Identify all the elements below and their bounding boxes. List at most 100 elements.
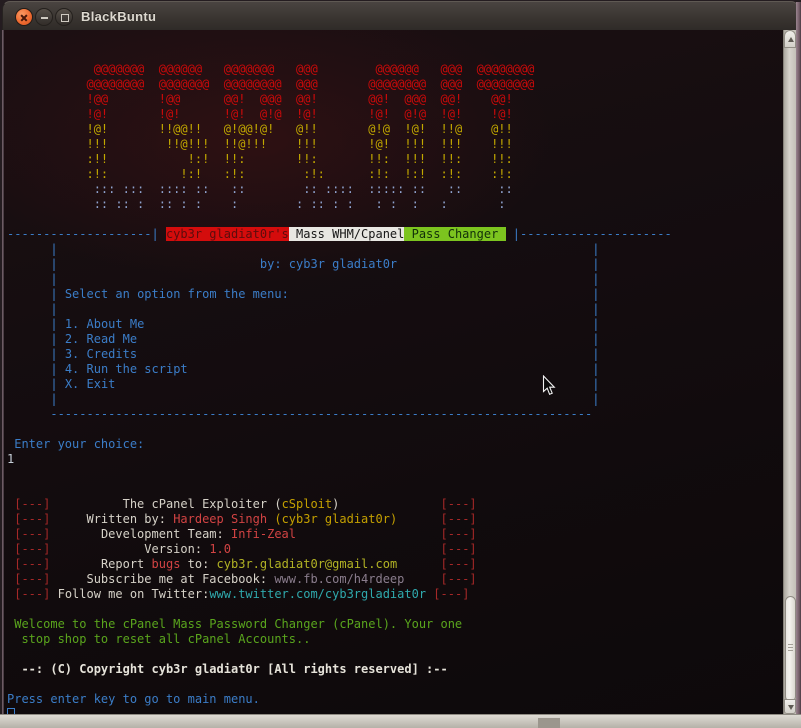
ascii-art-line: ::: ::: :::: :: :: :: :::: ::::: :: :: :… [86,182,535,196]
terminal-line: !@@ !@@ @@! @@@ @@! @@! @@@ @@! @@! [7,92,672,107]
text-segment: [---] [14,572,51,586]
text-segment: [---] [440,497,477,511]
terminal-output: @@@@@@@ @@@@@@ @@@@@@@ @@@ @@@@@@ @@@ @@… [7,32,672,714]
terminal-line: | | [7,242,672,257]
terminal-line: [---] Development Team: Infi-Zeal [---] [7,527,672,542]
text-segment: [---] [14,512,51,526]
maximize-button[interactable] [55,8,73,26]
terminal-line: stop shop to reset all cPanel Accounts.. [7,632,672,647]
scroll-up-button[interactable] [784,30,796,48]
mouse-cursor-icon [542,374,556,400]
text-segment: | [50,242,58,256]
text-segment: |--------------------- [512,227,672,241]
author-name: Hardeep Singh [173,512,268,526]
text-segment: | [592,257,600,271]
text-segment: [---] [14,542,51,556]
text-segment: | [592,317,600,331]
close-button[interactable] [15,8,33,26]
ascii-art-line: :: :: : :: : : : : :: : : : : : : : [86,197,535,211]
terminal-line: | | [7,302,672,317]
twitter-link[interactable]: www.twitter.com/cyb3rgladiat0r [209,587,426,601]
terminal-line: [---] Subscribe me at Facebook: www.fb.c… [7,572,672,587]
terminal[interactable]: @@@@@@@ @@@@@@ @@@@@@@ @@@ @@@@@@ @@@ @@… [4,30,783,714]
text-segment: | [50,317,58,331]
terminal-line: [---] The cPanel Exploiter (cSploit) [--… [7,497,672,512]
scrollbar[interactable] [783,30,796,714]
text-segment: bugs [151,557,181,571]
bottom-edge [0,714,801,728]
text-segment: Follow me on Twitter: [57,587,210,601]
copyright-text: --: (C) Copyright cyb3r gladiat0r [All r… [21,662,448,676]
text-segment: [---] [440,512,477,526]
scrollbar-thumb[interactable] [784,596,796,702]
text-segment: [---] [14,557,51,571]
text-segment: | [592,242,600,256]
menu-item-exit: X. Exit [64,377,116,391]
menu-item-about: 1. About Me [64,317,145,331]
text-segment: | [592,302,600,316]
text-segment: | [592,392,600,406]
text-segment: cSploit [281,497,333,511]
window-titlebar[interactable]: BlackBuntu [2,1,799,30]
ascii-art-line: !@! !!@@!! @!@@!@! @!! @!@ !@! !!@ @!! [86,122,535,136]
ascii-art-line: @@@@@@@ @@@@@@ @@@@@@@ @@@ @@@@@@ @@@ @@… [86,62,535,76]
terminal-line: | Select an option from the menu: | [7,287,672,302]
email-link[interactable]: cyb3r.gladiat0r@gmail.com [217,557,398,571]
text-segment: Written by: [86,512,174,526]
minimize-button[interactable] [35,8,53,26]
terminal-line: Enter your choice: [7,437,672,452]
ascii-art-line: !@! !@! !@! @!@ !@! !@! @!@ !@! !@! [86,107,535,121]
text-segment: ----------------------------------------… [50,407,593,421]
terminal-line: | | [7,272,672,287]
facebook-link[interactable]: www.fb.com/h4rdeep [274,572,404,586]
terminal-line: | 4. Run the script | [7,362,672,377]
terminal-line: @@@@@@@@ @@@@@@@ @@@@@@@@ @@@ @@@@@@@@ @… [7,77,672,92]
text-segment: | [592,377,600,391]
text-segment: | [50,377,58,391]
terminal-line: [---] Version: 1.0 [---] [7,542,672,557]
terminal-line [7,707,672,714]
scroll-down-button[interactable] [784,699,796,714]
terminal-line: --------------------| cyb3r gladiat0r's … [7,227,672,242]
menu-item-readme: 2. Read Me [64,332,138,346]
text-segment: | [592,362,600,376]
terminal-line: | X. Exit | [7,377,672,392]
